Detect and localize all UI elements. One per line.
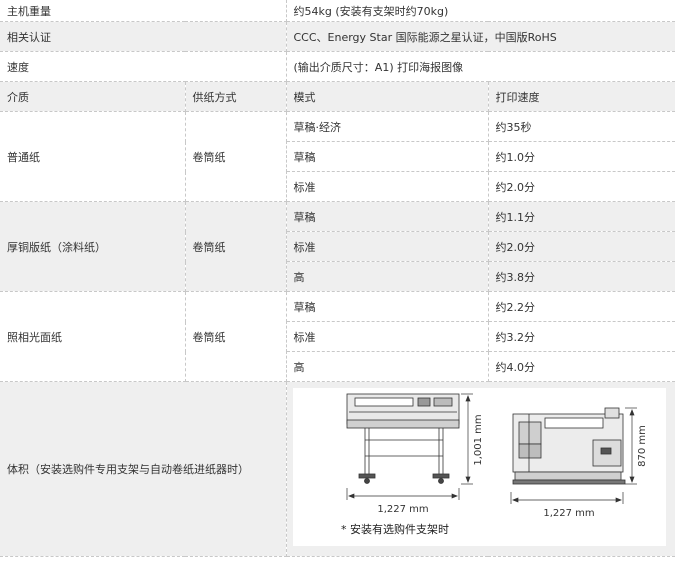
table-row: 照相光面纸 卷筒纸 草稿 约2.2分 <box>0 291 675 382</box>
certification-value: CCC、Energy Star 国际能源之星认证，中国版RoHS <box>286 21 675 52</box>
front-width-label: 1,227 mm <box>377 504 428 515</box>
dimensions-figure: 1,227 mm 1,001 mm 1,227 mm 870 mm * 安装有选… <box>292 388 666 546</box>
speed-cell: 约2.0分 <box>488 171 675 202</box>
speed-cell: 约3.2分 <box>488 321 675 352</box>
media-name: 照相光面纸 <box>0 291 186 382</box>
mode-cell: 草稿 <box>286 141 489 172</box>
speed-cell: 约2.2分 <box>488 291 675 322</box>
header-mode: 模式 <box>286 81 489 112</box>
mode-cell: 标准 <box>286 171 489 202</box>
dimensions-figure-cell: 1,227 mm 1,001 mm 1,227 mm 870 mm * 安装有选… <box>286 381 675 557</box>
media-name: 普通纸 <box>0 111 186 202</box>
feed-method: 卷筒纸 <box>185 111 287 202</box>
feed-method: 卷筒纸 <box>185 201 287 292</box>
stand-note: * 安装有选购件支架时 <box>341 522 449 536</box>
printer-front-view <box>346 393 459 484</box>
side-height-label: 870 mm <box>637 425 648 467</box>
mode-cell: 草稿 <box>286 291 489 322</box>
dimensions-label: 体积（安装选购件专用支架与自动卷纸进纸器时） <box>0 381 287 557</box>
table-row: 厚铜版纸（涂料纸） 卷筒纸 草稿 约1.1分 <box>0 201 675 292</box>
speed-cell: 约35秒 <box>488 111 675 142</box>
mode-cell: 草稿·经济 <box>286 111 489 142</box>
printer-dimension-drawing: 1,227 mm 1,001 mm 1,227 mm 870 mm * 安装有选… <box>341 393 648 536</box>
mode-cell: 标准 <box>286 321 489 352</box>
side-width-label: 1,227 mm <box>543 508 594 519</box>
side-width-dimension <box>510 492 623 504</box>
certification-row: 相关认证 CCC、Energy Star 国际能源之星认证，中国版RoHS <box>0 21 675 52</box>
front-height-label: 1,001 mm <box>473 414 484 465</box>
weight-value: 约54kg (安装有支架时约70kg) <box>286 0 675 22</box>
mode-cell: 标准 <box>286 231 489 262</box>
speed-cell: 约3.8分 <box>488 261 675 292</box>
front-height-dimension <box>460 393 473 485</box>
speed-label: 速度 <box>0 51 287 82</box>
speed-cell: 约2.0分 <box>488 231 675 262</box>
speed-note: (输出介质尺寸：A1) 打印海报图像 <box>286 51 675 82</box>
speed-cell: 约1.1分 <box>488 201 675 232</box>
header-media: 介质 <box>0 81 186 112</box>
speed-header-row: 介质 供纸方式 模式 打印速度 <box>0 81 675 112</box>
certification-label: 相关认证 <box>0 21 287 52</box>
feed-method: 卷筒纸 <box>185 291 287 382</box>
speed-row: 速度 (输出介质尺寸：A1) 打印海报图像 <box>0 51 675 82</box>
mode-cell: 高 <box>286 351 489 382</box>
front-width-dimension <box>346 488 459 500</box>
printer-side-view <box>512 407 625 485</box>
spec-table: 主机重量 约54kg (安装有支架时约70kg) 相关认证 CCC、Energy… <box>0 0 675 557</box>
header-print-speed: 打印速度 <box>488 81 675 112</box>
speed-cell: 约1.0分 <box>488 141 675 172</box>
mode-cell: 高 <box>286 261 489 292</box>
table-row: 普通纸 卷筒纸 草稿·经济 约35秒 <box>0 111 675 202</box>
speed-cell: 约4.0分 <box>488 351 675 382</box>
dimensions-row: 体积（安装选购件专用支架与自动卷纸进纸器时） 1,227 mm 1,001 mm… <box>0 381 675 557</box>
header-feed: 供纸方式 <box>185 81 287 112</box>
media-name: 厚铜版纸（涂料纸） <box>0 201 186 292</box>
side-height-dimension <box>624 407 637 485</box>
weight-label: 主机重量 <box>0 0 287 22</box>
weight-row: 主机重量 约54kg (安装有支架时约70kg) <box>0 0 675 22</box>
mode-cell: 草稿 <box>286 201 489 232</box>
